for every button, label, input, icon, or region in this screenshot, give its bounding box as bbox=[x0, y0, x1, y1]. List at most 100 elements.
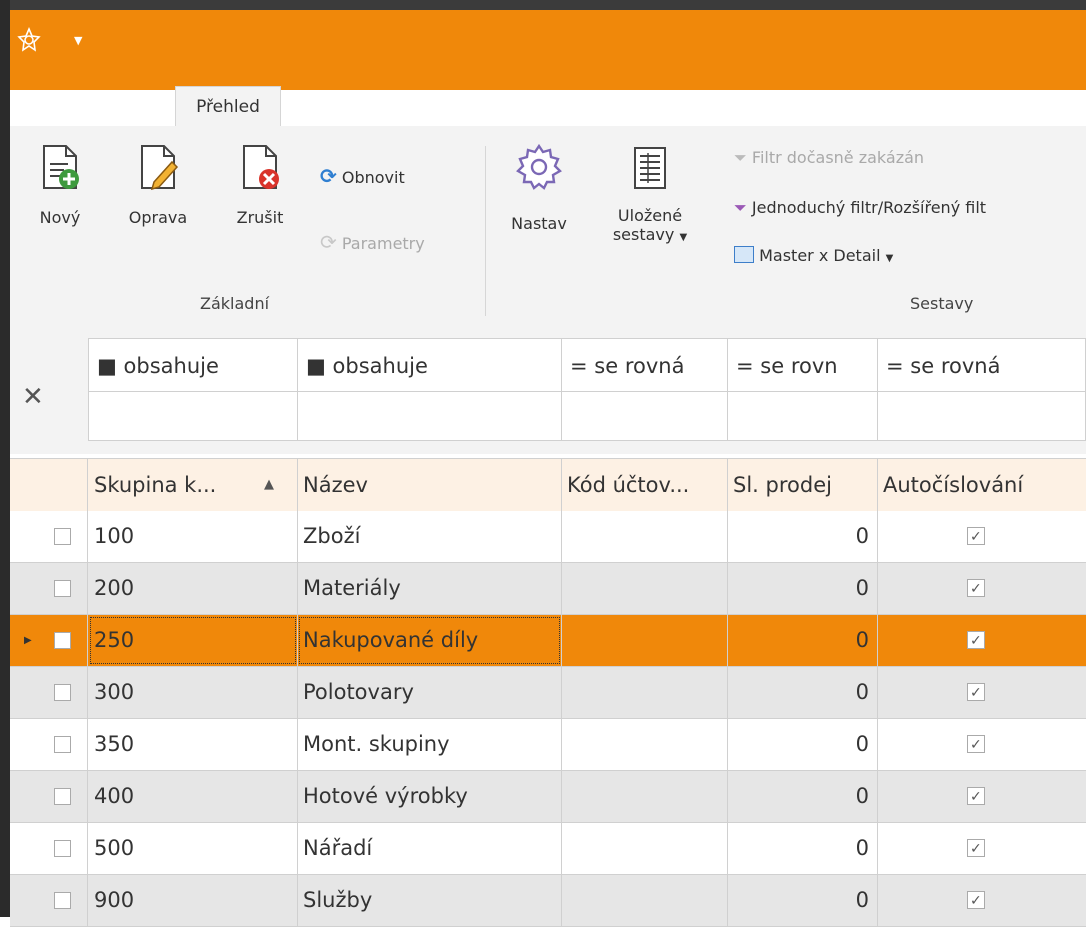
new-button[interactable]: Nový bbox=[32, 142, 88, 227]
refresh-button[interactable]: ⟳ Obnovit bbox=[320, 164, 405, 188]
row-select-checkbox[interactable] bbox=[54, 736, 71, 753]
clear-filter-icon[interactable]: ✕ bbox=[22, 382, 44, 412]
cell-sale[interactable]: 0 bbox=[727, 875, 878, 926]
auto-numbering-checkbox[interactable]: ✓ bbox=[967, 631, 985, 649]
cell-group-code[interactable]: 900 bbox=[88, 875, 298, 926]
filter-input-5[interactable] bbox=[877, 391, 1086, 441]
table-row[interactable]: 100 Zboží 0 ✓ bbox=[10, 511, 1086, 563]
table-row[interactable]: 350 Mont. skupiny 0 ✓ bbox=[10, 719, 1086, 771]
row-indicator-cell[interactable] bbox=[10, 667, 88, 718]
cell-sale[interactable]: 0 bbox=[727, 615, 878, 666]
cell-auto-numbering[interactable]: ✓ bbox=[877, 771, 1086, 822]
table-row[interactable]: ▶ 250 Nakupované díly 0 ✓ bbox=[10, 615, 1086, 667]
cell-auto-numbering[interactable]: ✓ bbox=[877, 511, 1086, 562]
row-indicator-cell[interactable] bbox=[10, 719, 88, 770]
cell-sale[interactable]: 0 bbox=[727, 511, 878, 562]
column-header-name[interactable]: Název bbox=[297, 459, 562, 511]
row-select-checkbox[interactable] bbox=[54, 892, 71, 909]
cell-name[interactable]: Materiály bbox=[297, 563, 562, 614]
cell-group-code[interactable]: 100 bbox=[88, 511, 298, 562]
filter-operator-1[interactable]: ■ obsahuje bbox=[88, 338, 298, 392]
cell-sale[interactable]: 0 bbox=[727, 719, 878, 770]
row-select-checkbox[interactable] bbox=[54, 528, 71, 545]
tab-system[interactable]: Systém bbox=[438, 86, 501, 126]
row-select-checkbox[interactable] bbox=[54, 840, 71, 857]
cell-name[interactable]: Nakupované díly bbox=[297, 615, 562, 666]
row-select-checkbox[interactable] bbox=[54, 788, 71, 805]
cell-auto-numbering[interactable]: ✓ bbox=[877, 563, 1086, 614]
cell-name[interactable]: Služby bbox=[297, 875, 562, 926]
tab-prehled[interactable]: Přehled bbox=[175, 86, 281, 127]
saved-reports-button[interactable]: Uložené sestavy ▼ bbox=[606, 142, 694, 244]
cell-name[interactable]: Polotovary bbox=[297, 667, 562, 718]
cell-auto-numbering[interactable]: ✓ bbox=[877, 875, 1086, 926]
cell-name[interactable]: Mont. skupiny bbox=[297, 719, 562, 770]
cell-account-code[interactable] bbox=[561, 563, 728, 614]
cell-account-code[interactable] bbox=[561, 667, 728, 718]
filter-operator-3[interactable]: = se rovná bbox=[561, 338, 728, 392]
table-row[interactable]: 400 Hotové výrobky 0 ✓ bbox=[10, 771, 1086, 823]
filter-input-2[interactable] bbox=[297, 391, 562, 441]
tab-helios[interactable]: HELIOS bbox=[54, 86, 116, 126]
table-row[interactable]: 200 Materiály 0 ✓ bbox=[10, 563, 1086, 615]
edit-button[interactable]: Oprava bbox=[122, 142, 194, 227]
column-header-group-code[interactable]: Skupina k... ▲ bbox=[88, 459, 298, 511]
quick-access-dropdown-icon[interactable]: ▼ bbox=[74, 34, 82, 47]
filter-operator-4[interactable]: = se rovn bbox=[727, 338, 878, 392]
cell-account-code[interactable] bbox=[561, 771, 728, 822]
cell-account-code[interactable] bbox=[561, 511, 728, 562]
cell-group-code[interactable]: 300 bbox=[88, 667, 298, 718]
row-select-checkbox[interactable] bbox=[54, 684, 71, 701]
row-indicator-cell[interactable] bbox=[10, 823, 88, 874]
cell-name[interactable]: Hotové výrobky bbox=[297, 771, 562, 822]
auto-numbering-checkbox[interactable]: ✓ bbox=[967, 891, 985, 909]
cell-group-code[interactable]: 400 bbox=[88, 771, 298, 822]
cell-group-code[interactable]: 500 bbox=[88, 823, 298, 874]
cell-name[interactable]: Zboží bbox=[297, 511, 562, 562]
column-header-sale[interactable]: Sl. prodej bbox=[727, 459, 878, 511]
filter-operator-5[interactable]: = se rovná bbox=[877, 338, 1086, 392]
table-row[interactable]: 900 Služby 0 ✓ bbox=[10, 875, 1086, 927]
table-row[interactable]: 300 Polotovary 0 ✓ bbox=[10, 667, 1086, 719]
setup-button[interactable]: Nastav bbox=[506, 142, 572, 233]
table-row[interactable]: 500 Nářadí 0 ✓ bbox=[10, 823, 1086, 875]
cell-group-code[interactable]: 350 bbox=[88, 719, 298, 770]
cell-account-code[interactable] bbox=[561, 719, 728, 770]
simple-filter-button[interactable]: ⏷ Jednoduchý filtr/Rozšířený filt bbox=[734, 198, 986, 218]
cell-sale[interactable]: 0 bbox=[727, 823, 878, 874]
filter-operator-2[interactable]: ■ obsahuje bbox=[297, 338, 562, 392]
row-select-checkbox[interactable] bbox=[54, 580, 71, 597]
delete-button[interactable]: Zrušit bbox=[228, 142, 292, 227]
tab-akce[interactable]: Akce bbox=[330, 86, 371, 126]
master-detail-button[interactable]: Master x Detail ▼ bbox=[734, 246, 893, 265]
cell-auto-numbering[interactable]: ✓ bbox=[877, 667, 1086, 718]
filter-input-3[interactable] bbox=[561, 391, 728, 441]
column-header-auto-numbering[interactable]: Autočíslování bbox=[877, 459, 1086, 511]
auto-numbering-checkbox[interactable]: ✓ bbox=[967, 787, 985, 805]
cell-group-code[interactable]: 250 bbox=[88, 615, 298, 666]
column-header-account-code[interactable]: Kód účtov... bbox=[561, 459, 728, 511]
cell-account-code[interactable] bbox=[561, 875, 728, 926]
auto-numbering-checkbox[interactable]: ✓ bbox=[967, 527, 985, 545]
row-indicator-cell[interactable] bbox=[10, 875, 88, 926]
cell-sale[interactable]: 0 bbox=[727, 563, 878, 614]
row-select-checkbox[interactable] bbox=[54, 632, 71, 649]
filter-input-4[interactable] bbox=[727, 391, 878, 441]
auto-numbering-checkbox[interactable]: ✓ bbox=[967, 839, 985, 857]
row-indicator-cell[interactable] bbox=[10, 563, 88, 614]
row-indicator-cell[interactable] bbox=[10, 511, 88, 562]
auto-numbering-checkbox[interactable]: ✓ bbox=[967, 735, 985, 753]
cell-sale[interactable]: 0 bbox=[727, 667, 878, 718]
cell-auto-numbering[interactable]: ✓ bbox=[877, 615, 1086, 666]
cell-account-code[interactable] bbox=[561, 823, 728, 874]
row-indicator-cell[interactable] bbox=[10, 771, 88, 822]
cell-auto-numbering[interactable]: ✓ bbox=[877, 719, 1086, 770]
cell-sale[interactable]: 0 bbox=[727, 771, 878, 822]
cell-account-code[interactable] bbox=[561, 615, 728, 666]
auto-numbering-checkbox[interactable]: ✓ bbox=[967, 579, 985, 597]
parameters-button[interactable]: ⟳ Parametry bbox=[320, 230, 425, 254]
auto-numbering-checkbox[interactable]: ✓ bbox=[967, 683, 985, 701]
cell-auto-numbering[interactable]: ✓ bbox=[877, 823, 1086, 874]
filter-input-1[interactable] bbox=[88, 391, 298, 441]
filter-disabled-button[interactable]: ⏷ Filtr dočasně zakázán bbox=[734, 148, 924, 168]
